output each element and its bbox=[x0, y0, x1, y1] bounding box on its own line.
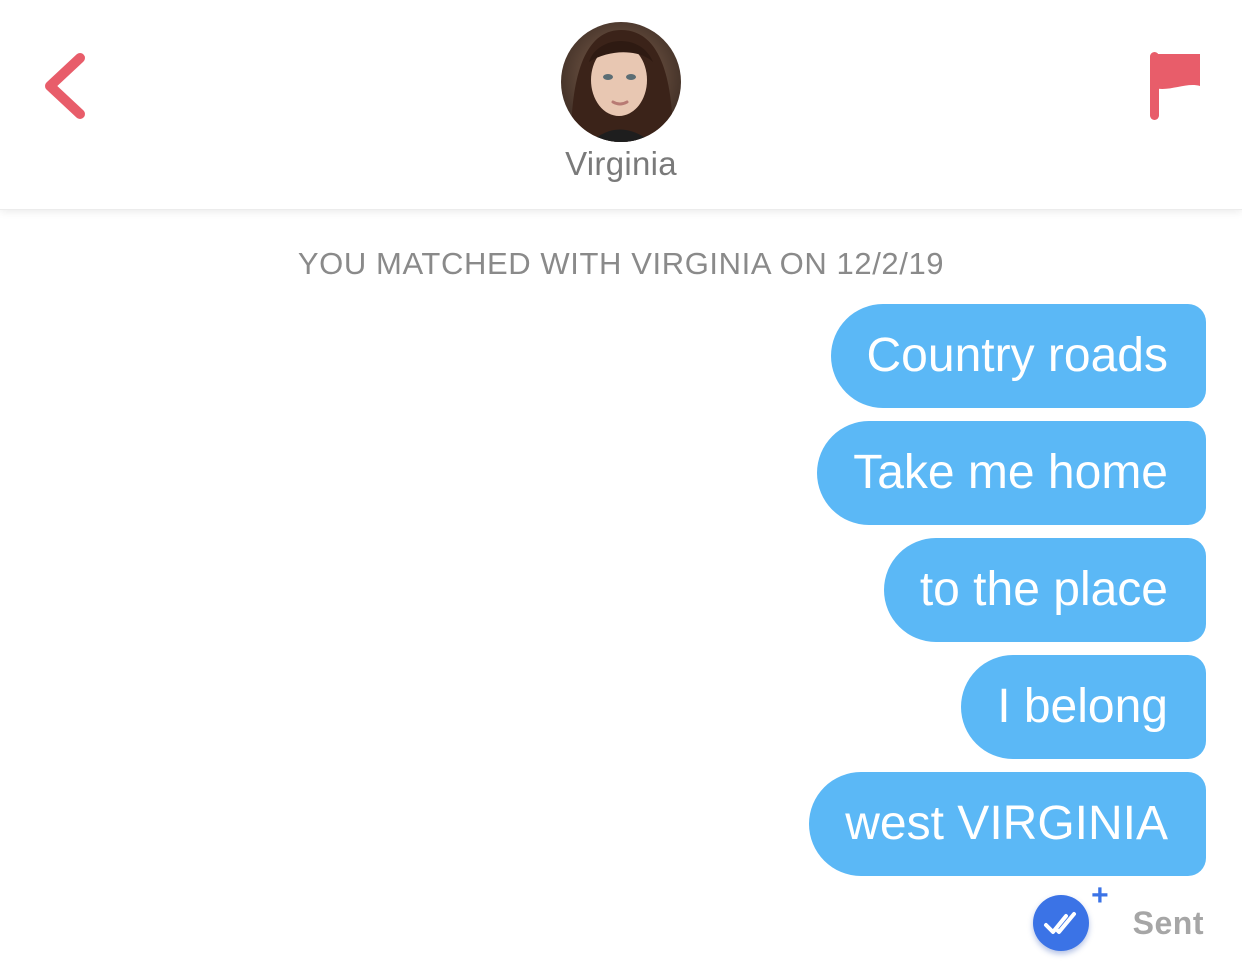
message-bubble[interactable]: west VIRGINIA bbox=[809, 772, 1206, 876]
report-button[interactable] bbox=[1140, 48, 1210, 124]
chat-header: Virginia bbox=[0, 0, 1242, 210]
match-notice: YOU MATCHED WITH VIRGINIA ON 12/2/19 bbox=[297, 246, 945, 281]
message-bubble[interactable]: I belong bbox=[961, 655, 1206, 759]
profile-name: Virginia bbox=[565, 145, 677, 182]
message-bubble[interactable]: Take me home bbox=[817, 421, 1206, 525]
chevron-left-icon bbox=[45, 53, 85, 119]
read-receipt-badge[interactable]: + bbox=[1032, 881, 1109, 951]
message-bubble[interactable]: Country roads bbox=[830, 304, 1206, 408]
chat-screen: Virginia YOU MATCHED WITH VIRGINIA ON 12… bbox=[0, 0, 1242, 974]
match-profile[interactable]: Virginia bbox=[500, 22, 742, 183]
status-label: Sent bbox=[1132, 904, 1204, 941]
back-button[interactable] bbox=[30, 44, 104, 128]
avatar-photo bbox=[561, 22, 681, 142]
avatar[interactable] bbox=[561, 22, 681, 142]
message-status: + Sent bbox=[1032, 881, 1204, 953]
plus-icon: + bbox=[1091, 879, 1109, 912]
flag-icon bbox=[1150, 52, 1200, 120]
message-bubble[interactable]: to the place bbox=[883, 538, 1206, 642]
message-list: Country roads Take me home to the place … bbox=[809, 304, 1206, 876]
double-check-icon bbox=[1032, 895, 1089, 951]
